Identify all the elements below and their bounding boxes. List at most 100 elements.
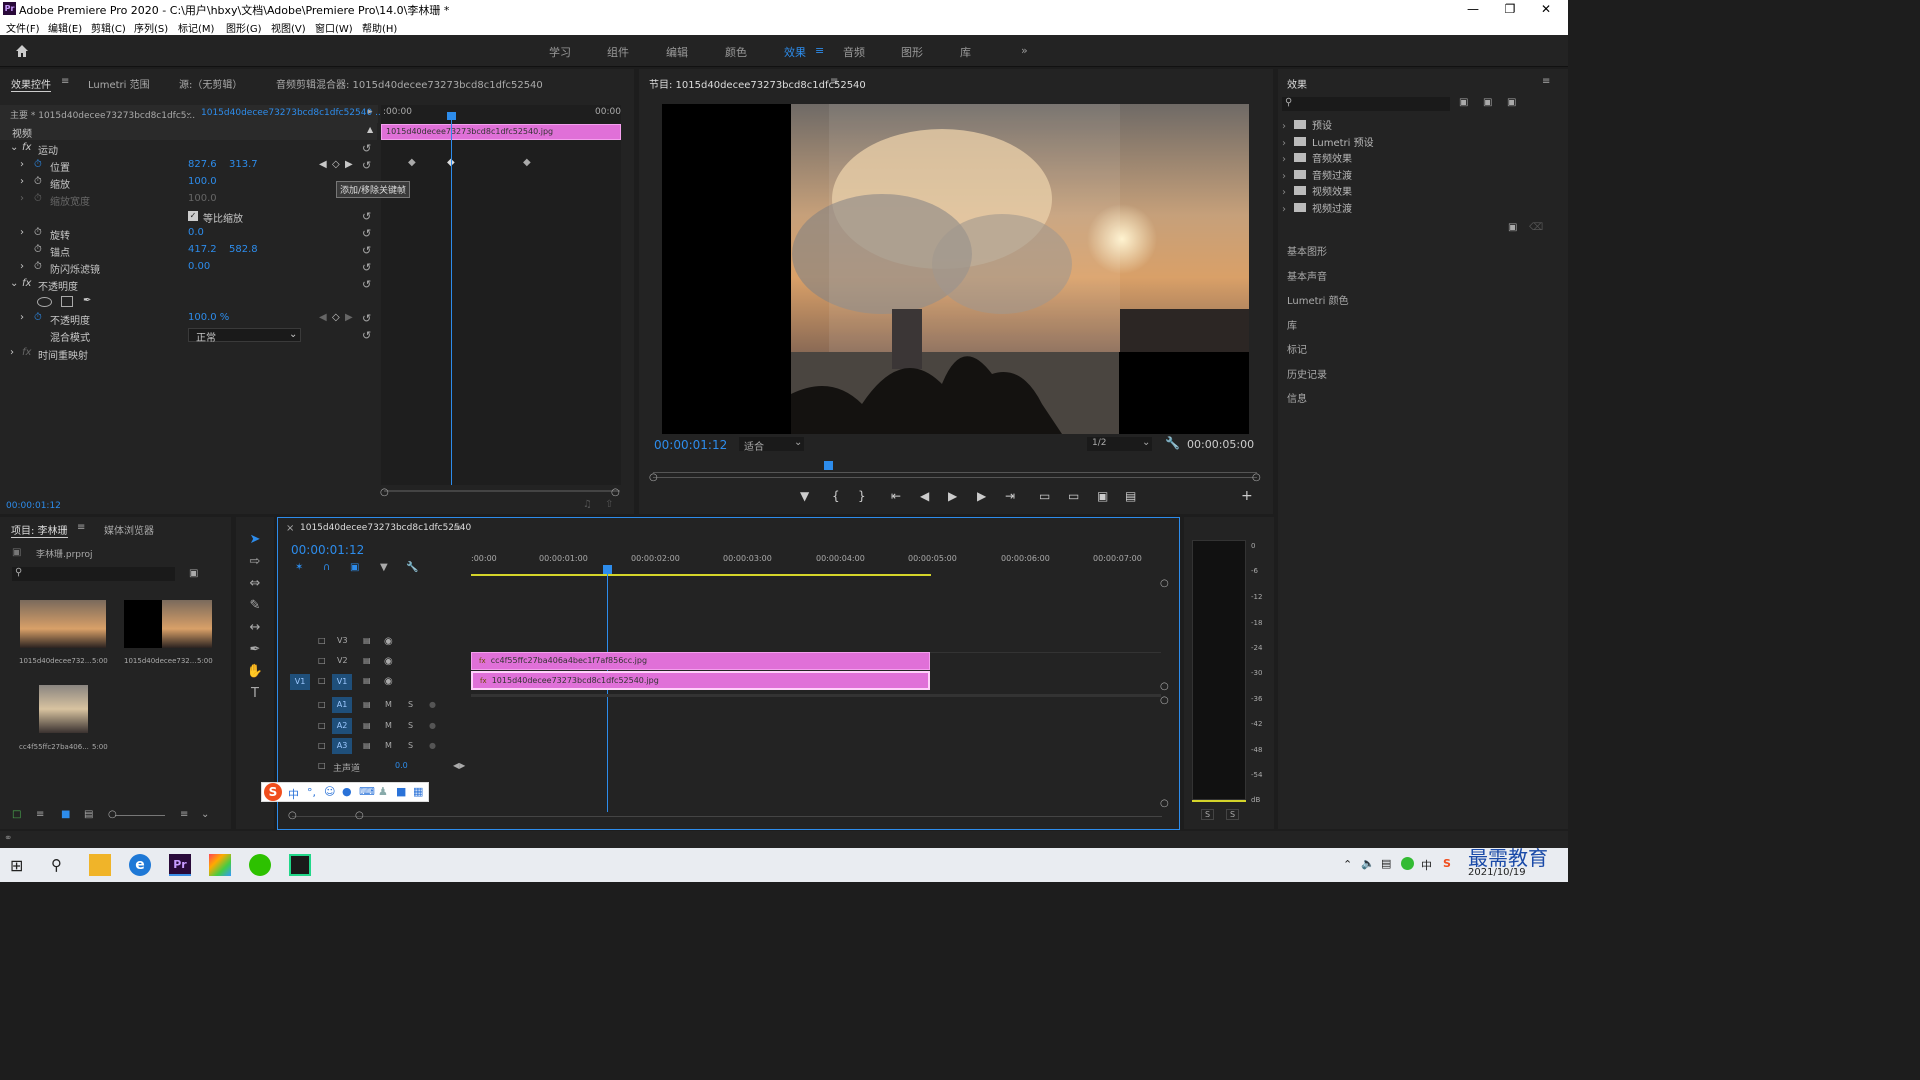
video-frame[interactable] xyxy=(662,104,1249,434)
network-icon[interactable]: ▤ xyxy=(1381,857,1391,870)
tab-effect-controls[interactable]: 效果控件 xyxy=(11,76,51,92)
slip-tool-icon[interactable]: ↔ xyxy=(245,620,265,638)
panel-lumetri-color[interactable]: Lumetri 颜色 xyxy=(1287,292,1349,307)
reset-icon[interactable]: ↺ xyxy=(362,329,371,342)
type-tool-icon[interactable]: T xyxy=(245,686,265,704)
skin-icon[interactable]: ■ xyxy=(396,785,406,798)
stopwatch-icon[interactable]: ⏱ xyxy=(34,244,42,255)
new-bin-icon[interactable]: ▣ xyxy=(189,568,198,579)
sequence-clip-label[interactable]: 1015d40decee73273bcd8c1dfc52540 ... xyxy=(201,108,384,118)
lock-icon[interactable]: □ xyxy=(318,636,326,645)
stopwatch-icon[interactable]: ⏱ xyxy=(34,261,42,272)
sogou-tray-icon[interactable]: S xyxy=(1443,857,1451,870)
punctuation-icon[interactable]: °, xyxy=(307,786,316,799)
master-value[interactable]: 0.0 xyxy=(395,761,408,770)
sync-lock-icon[interactable]: ▤ xyxy=(363,700,371,709)
track-a1-label[interactable]: A1 xyxy=(332,697,352,713)
effect-playhead-handle[interactable] xyxy=(447,112,456,120)
program-zoom-bar[interactable] xyxy=(653,477,1257,478)
expand-icon[interactable]: › xyxy=(20,227,24,238)
opacity-value[interactable]: 100.0 % xyxy=(188,312,229,323)
linked-selection-icon[interactable]: ▣ xyxy=(350,562,359,573)
scale-value[interactable]: 100.0 xyxy=(188,176,217,187)
tree-item-lumetri-presets[interactable]: › Lumetri 预设 xyxy=(1282,134,1374,149)
program-ruler[interactable] xyxy=(653,463,1257,473)
panel-essential-sound[interactable]: 基本声音 xyxy=(1287,268,1327,283)
track-v2[interactable]: □ V2 ▤ ◉ xyxy=(280,652,470,671)
expand-icon[interactable]: › xyxy=(20,312,24,323)
tree-item-presets[interactable]: › 预设 xyxy=(1282,117,1332,132)
list-view-icon[interactable]: ≡ xyxy=(36,809,44,820)
ws-effects[interactable]: 效果 xyxy=(784,44,806,60)
pen-mask-icon[interactable]: ✒ xyxy=(83,295,91,306)
voice-icon[interactable]: ● xyxy=(342,785,352,798)
add-marker-icon[interactable]: ▼ xyxy=(380,562,388,573)
add-keyframe-icon[interactable]: ◇ xyxy=(332,159,340,170)
add-marker-icon[interactable]: ▼ xyxy=(800,489,809,503)
scroll-handle-icon[interactable]: ○ xyxy=(1252,472,1261,483)
anchor-x-value[interactable]: 417.2 xyxy=(188,244,217,255)
timeline-zoom-bar[interactable] xyxy=(292,816,1162,817)
project-search-input[interactable]: ⚲ xyxy=(12,567,175,581)
freeform-view-icon[interactable]: ▤ xyxy=(84,809,93,820)
stopwatch-icon[interactable]: ⏱ xyxy=(34,312,42,323)
reset-icon[interactable]: ↺ xyxy=(362,159,371,172)
menu-edit[interactable]: 编辑(E) xyxy=(48,20,82,35)
tab-project[interactable]: 项目: 李林珊 xyxy=(11,522,68,538)
sort-icon[interactable]: ≡ xyxy=(180,809,188,820)
ime-mode-button[interactable]: 中 xyxy=(288,786,299,802)
menu-graphics[interactable]: 图形(G) xyxy=(226,20,262,35)
keyboard-icon[interactable]: ⌨ xyxy=(359,785,375,798)
reset-icon[interactable]: ↺ xyxy=(362,142,371,155)
ws-assembly[interactable]: 组件 xyxy=(607,44,629,60)
mute-button[interactable]: M xyxy=(385,721,392,730)
sync-lock-icon[interactable]: ▤ xyxy=(363,721,371,730)
chevron-down-icon[interactable]: ⌄ xyxy=(201,809,209,820)
fx-icon[interactable]: fx xyxy=(22,278,31,289)
add-keyframe-icon[interactable]: ◇ xyxy=(332,312,340,323)
tab-media-browser[interactable]: 媒体浏览器 xyxy=(104,522,154,537)
ws-more-icon[interactable]: » xyxy=(1021,44,1028,57)
program-playhead[interactable] xyxy=(824,461,833,470)
effect-motion[interactable]: ⌄ fx 运动 ↺ xyxy=(0,140,377,157)
stopwatch-icon[interactable]: ⏱ xyxy=(34,227,42,238)
accelerated-effects-icon[interactable]: ▣ xyxy=(1459,97,1468,108)
blend-mode-select[interactable]: 正常 ⌄ xyxy=(188,328,301,344)
source-patch-v1[interactable]: V1 xyxy=(290,674,310,690)
track-a1[interactable]: □ A1 ▤ M S ● xyxy=(280,696,470,715)
lift-icon[interactable]: ▭ xyxy=(1039,489,1050,503)
dropdown-chevron-icon[interactable]: ⌄ xyxy=(185,108,193,118)
yuv-effects-icon[interactable]: ▣ xyxy=(1507,97,1516,108)
lock-icon[interactable]: □ xyxy=(318,741,326,750)
menu-file[interactable]: 文件(F) xyxy=(6,20,40,35)
prev-keyframe-icon[interactable]: ◀ xyxy=(319,312,327,323)
sync-lock-icon[interactable]: ▤ xyxy=(363,741,371,750)
go-to-end-icon[interactable]: ◀▶ xyxy=(453,761,465,770)
solo-button[interactable]: S xyxy=(408,721,413,730)
panel-essential-graphics[interactable]: 基本图形 xyxy=(1287,243,1327,258)
go-to-in-icon[interactable]: ⇤ xyxy=(891,489,901,503)
reset-icon[interactable]: ↺ xyxy=(362,312,371,325)
panel-menu-icon[interactable]: ≡ xyxy=(1542,76,1550,87)
scroll-handle-icon[interactable]: ○ xyxy=(1160,681,1169,692)
ellipse-mask-icon[interactable] xyxy=(37,297,52,307)
search-icon[interactable]: ⚲ xyxy=(51,856,62,874)
rotation-value[interactable]: 0.0 xyxy=(188,227,204,238)
timeline-settings-icon[interactable]: 🔧 xyxy=(406,562,418,573)
track-a2-label[interactable]: A2 xyxy=(332,718,352,734)
tree-item-audio-effects[interactable]: › 音频效果 xyxy=(1282,150,1352,165)
toolbox-icon[interactable]: ▦ xyxy=(413,785,423,798)
master-clip-label[interactable]: 主要 * 1015d40decee73273bcd8c1dfc5... xyxy=(10,108,195,121)
scroll-handle-icon[interactable]: ○ xyxy=(288,810,297,821)
menu-help[interactable]: 帮助(H) xyxy=(362,20,397,35)
expand-icon[interactable]: › xyxy=(20,159,24,170)
eye-icon[interactable]: ◉ xyxy=(384,636,393,647)
effects-search-input[interactable]: ⚲ xyxy=(1282,97,1450,111)
thumb-3[interactable] xyxy=(39,685,88,733)
stopwatch-icon[interactable]: ⏱ xyxy=(34,159,42,170)
solo-button[interactable]: S xyxy=(408,700,413,709)
mark-in-icon[interactable]: { xyxy=(832,489,840,503)
timeline-timecode[interactable]: 00:00:01:12 xyxy=(291,543,364,557)
collapse-icon[interactable]: ▲ xyxy=(367,125,373,134)
sogou-logo-icon[interactable]: S xyxy=(264,783,282,801)
